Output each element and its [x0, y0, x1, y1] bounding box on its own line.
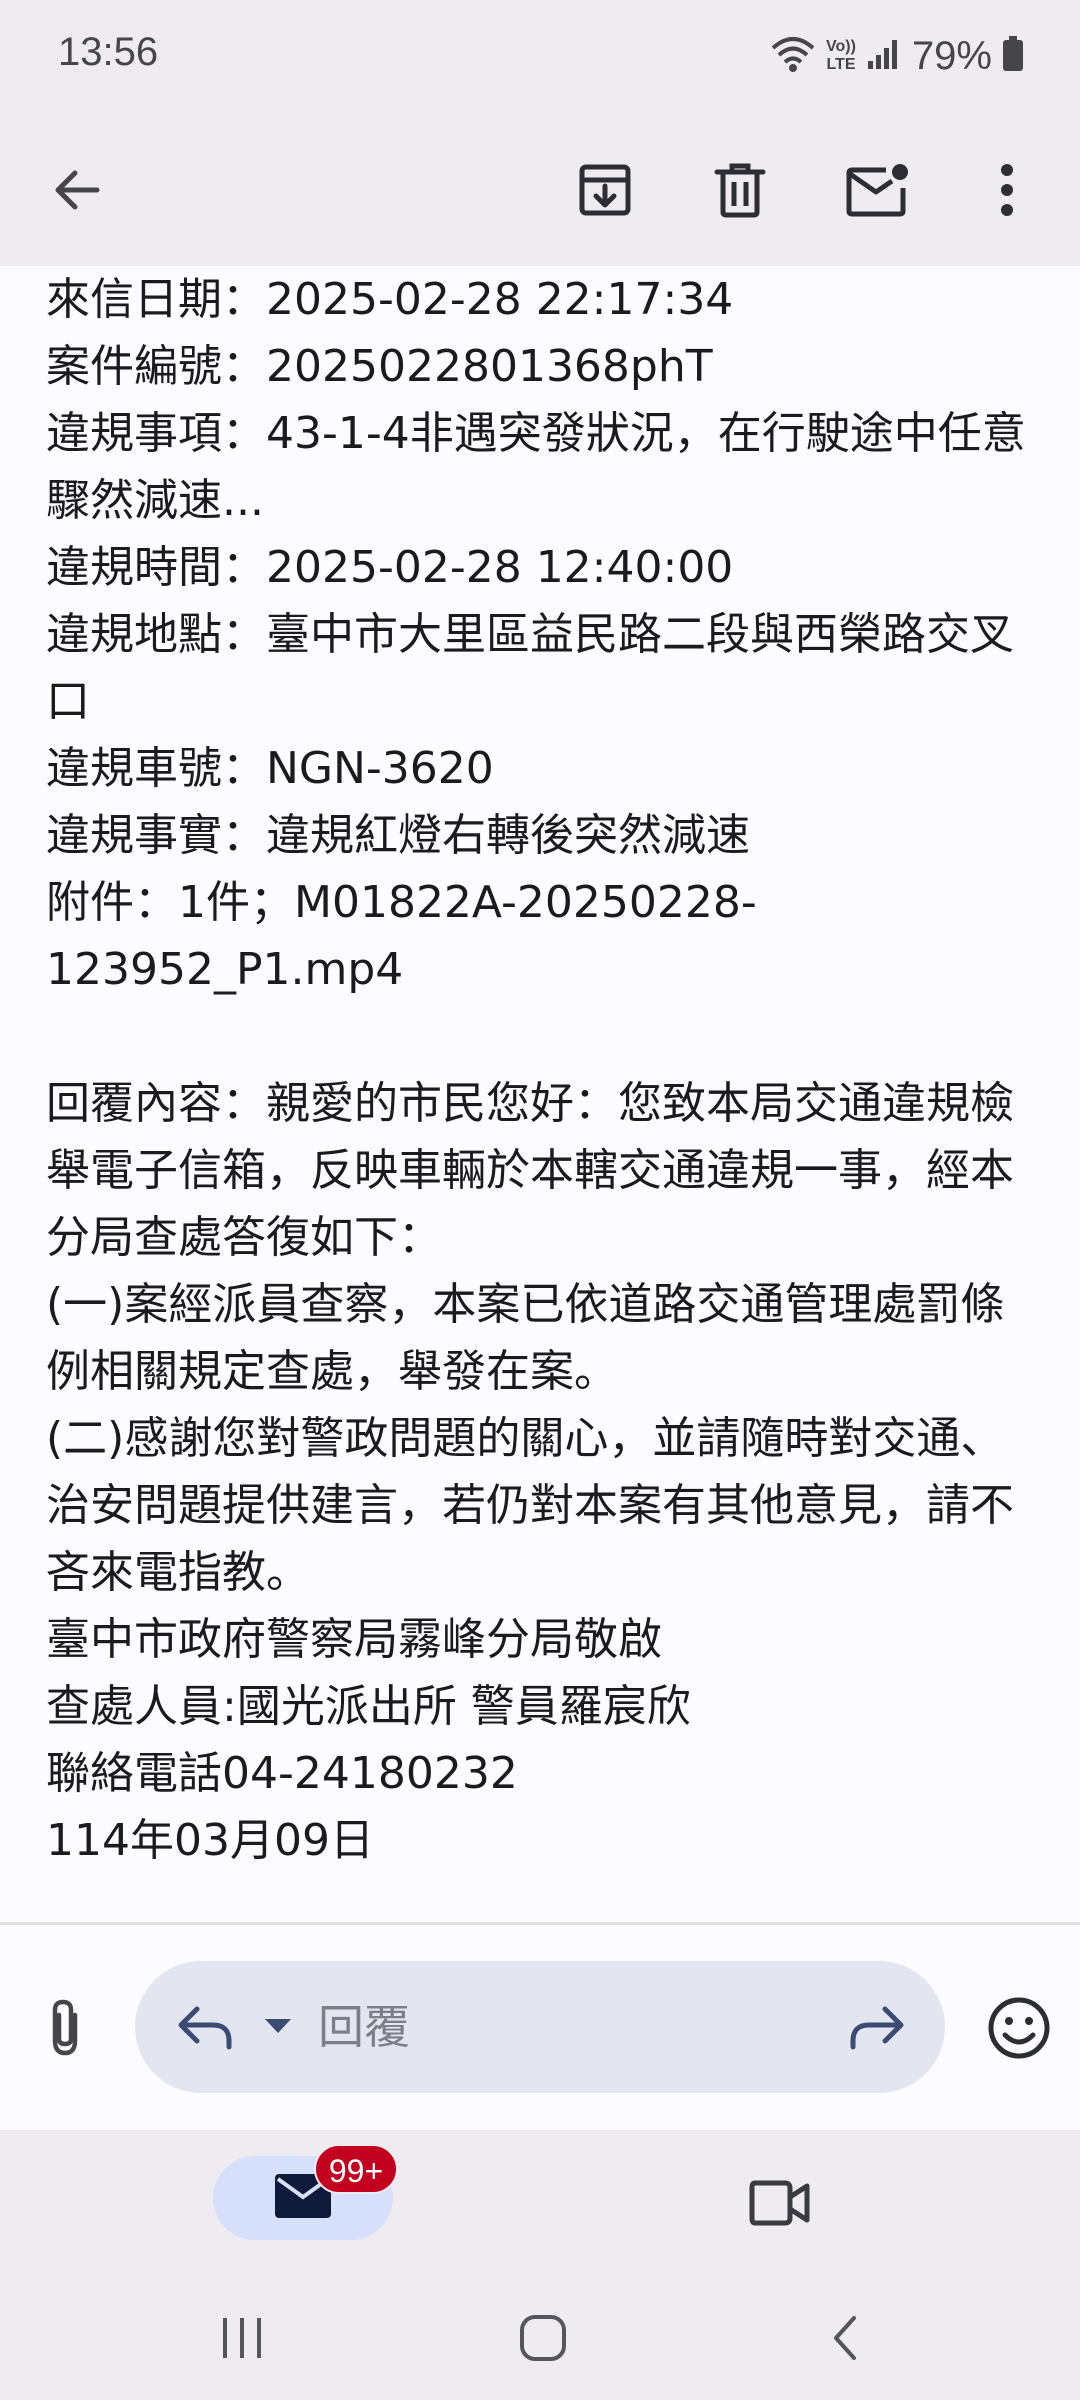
system-navigation-bar [0, 2280, 1080, 2400]
wifi-icon [770, 34, 816, 78]
text-line: 違規時間：2025-02-28 12:40:00 [46, 542, 734, 593]
emoji-icon [984, 1997, 1054, 2067]
text-line: (二)感謝您對警政問題的關心，並請隨時對交通、治安問題提供建言，若仍對本案有其他… [46, 1413, 1014, 1598]
back-chevron-icon [830, 2314, 860, 2366]
meet-tab[interactable] [730, 2170, 830, 2240]
signal-icon [866, 37, 902, 75]
video-camera-icon [749, 2180, 811, 2230]
system-back-button[interactable] [805, 2310, 885, 2370]
text-line: 回覆內容：親愛的市民您好：您致本局交通違規檢舉電子信箱，反映車輛於本轄交通違規一… [46, 1078, 1014, 1263]
top-app-bar [0, 120, 1080, 270]
blank-line: ​ [46, 1003, 1036, 1070]
trash-icon [714, 162, 766, 222]
message-body: 來信日期：2025-02-28 22:17:34 案件編號：2025022801… [0, 266, 1080, 1926]
home-button[interactable] [503, 2310, 583, 2370]
recents-icon [219, 2316, 265, 2364]
status-time: 13:56 [58, 30, 159, 74]
text-line: 違規車號：NGN-3620 [46, 743, 494, 794]
reply-bar: 回覆 [0, 1925, 1080, 2130]
text-line: 違規事實：違規紅燈右轉後突然減速 [46, 810, 750, 861]
text-line: 違規地點：臺中市大里區益民路二段與西榮路交叉口 [46, 609, 1014, 727]
reply-box[interactable]: 回覆 [135, 1961, 945, 2093]
unread-badge: 99+ [314, 2144, 398, 2194]
mail-unread-icon [846, 162, 910, 222]
reply-placeholder: 回覆 [318, 2000, 410, 2054]
text-line: 臺中市政府警察局霧峰分局敬啟 [46, 1614, 662, 1665]
mark-unread-button[interactable] [828, 142, 928, 242]
forward-icon[interactable] [847, 1997, 907, 2057]
text-line: 來信日期：2025-02-28 22:17:34 [46, 274, 734, 325]
archive-icon [577, 162, 633, 222]
message-text: 來信日期：2025-02-28 22:17:34 案件編號：2025022801… [46, 266, 1036, 1874]
battery-percent: 79% [911, 33, 992, 78]
more-options-button[interactable] [957, 142, 1057, 242]
status-bar: 13:56 Vo)) LTE 79% [0, 0, 1080, 120]
more-vertical-icon [1000, 163, 1014, 221]
archive-button[interactable] [555, 142, 655, 242]
attach-button[interactable] [30, 1985, 100, 2075]
text-line: 違規事項：43-1-4非遇突發狀況，在行駛途中任意驟然減速... [46, 408, 1026, 526]
arrow-left-icon [49, 163, 103, 221]
emoji-button[interactable] [984, 1993, 1054, 2063]
reply-icon[interactable] [175, 1997, 235, 2057]
home-icon [519, 2314, 567, 2366]
text-line: (一)案經派員查察，本案已依道路交通管理處罰條例相關規定查處，舉發在案。 [46, 1279, 1005, 1397]
paperclip-icon [45, 1997, 85, 2063]
volte-icon: Vo)) LTE [826, 38, 856, 73]
text-line: 114年03月09日 [46, 1815, 374, 1866]
text-line: 查處人員:國光派出所 警員羅宸欣 [46, 1681, 691, 1732]
back-button[interactable] [26, 142, 126, 242]
battery-icon [1002, 36, 1024, 76]
bottom-navigation: 99+ [0, 2130, 1080, 2280]
text-line: 聯絡電話04-24180232 [46, 1748, 518, 1799]
delete-button[interactable] [690, 142, 790, 242]
text-line: 案件編號：2025022801368phT [46, 341, 713, 392]
caret-down-icon[interactable] [253, 2001, 303, 2051]
text-line: 附件：1件；M01822A-20250228-123952_P1.mp4 [46, 877, 757, 995]
recents-button[interactable] [202, 2310, 282, 2370]
status-icons: Vo)) LTE 79% [770, 28, 1024, 84]
